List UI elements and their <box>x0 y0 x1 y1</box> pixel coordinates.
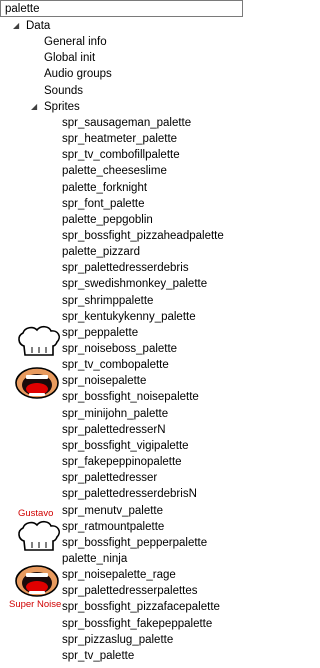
sprite-item[interactable]: spr_bossfight_pizzaheadpalette <box>62 228 224 244</box>
sprite-item[interactable]: spr_bossfight_fakepeppalette <box>62 616 212 632</box>
sprite-item[interactable]: spr_bossfight_pizzafacepalette <box>62 599 220 615</box>
sprite-item[interactable]: palette_ninja <box>62 551 127 567</box>
sprite-item[interactable]: spr_menutv_palette <box>62 503 163 519</box>
sprite-item[interactable]: spr_noisepalette <box>62 373 146 389</box>
tree-node-data[interactable]: Data <box>26 18 50 34</box>
sprite-item[interactable]: spr_kentukykenny_palette <box>62 309 196 325</box>
sprite-item[interactable]: spr_noiseboss_palette <box>62 341 177 357</box>
sprite-item[interactable]: spr_tv_palette <box>62 648 134 664</box>
tree-node-sprites[interactable]: Sprites <box>44 99 80 115</box>
sprite-item[interactable]: spr_palettedresser <box>62 470 157 486</box>
sprite-item[interactable]: palette_pepgoblin <box>62 212 153 228</box>
sprite-item[interactable]: spr_palettedresserN <box>62 422 166 438</box>
sprite-item[interactable]: spr_fakepeppinopalette <box>62 454 182 470</box>
expand-arrow-icon[interactable]: ◢ <box>31 102 39 111</box>
sprite-item[interactable]: palette_cheeseslime <box>62 163 167 179</box>
sprite-item[interactable]: spr_shrimppalette <box>62 293 153 309</box>
sprite-item[interactable]: spr_sausageman_palette <box>62 115 191 131</box>
sprite-item[interactable]: spr_swedishmonkey_palette <box>62 276 207 292</box>
sprite-item[interactable]: spr_ratmountpalette <box>62 519 164 535</box>
expand-arrow-icon[interactable]: ◢ <box>13 22 21 30</box>
tree-node[interactable]: General info <box>44 34 107 50</box>
sprite-item[interactable]: spr_heatmeter_palette <box>62 131 177 147</box>
sprite-item[interactable]: palette_pizzard <box>62 244 140 260</box>
chef-hat-icon <box>18 520 60 551</box>
sprite-item[interactable]: spr_noisepalette_rage <box>62 567 176 583</box>
tree-node[interactable]: Global init <box>44 50 95 66</box>
gustavo-label: Gustavo <box>18 508 54 519</box>
search-box[interactable] <box>0 0 243 17</box>
sprite-item[interactable]: spr_minijohn_palette <box>62 406 168 422</box>
sprite-item[interactable]: spr_bossfight_vigipalette <box>62 438 189 454</box>
sprite-item[interactable]: spr_peppalette <box>62 325 138 341</box>
tree-node[interactable]: Audio groups <box>44 66 112 82</box>
chef-hat-icon <box>18 325 60 356</box>
tree-node[interactable]: Sounds <box>44 83 83 99</box>
super-noise-label: Super Noise <box>9 599 62 610</box>
screaming-face-icon <box>15 367 59 399</box>
screaming-face-icon <box>15 565 59 597</box>
search-input[interactable] <box>1 1 242 16</box>
sprite-item[interactable]: spr_bossfight_pepperpalette <box>62 535 207 551</box>
sprite-item[interactable]: spr_pizzaslug_palette <box>62 632 173 648</box>
sprite-item[interactable]: spr_palettedresserdebrisN <box>62 486 197 502</box>
sprite-item[interactable]: spr_palettedresserpalettes <box>62 583 198 599</box>
sprite-item[interactable]: spr_tv_combofillpalette <box>62 147 180 163</box>
sprite-item[interactable]: spr_tv_combopalette <box>62 357 169 373</box>
sprite-item[interactable]: spr_bossfight_noisepalette <box>62 389 199 405</box>
sprite-item[interactable]: palette_forknight <box>62 180 147 196</box>
sprite-item[interactable]: spr_font_palette <box>62 196 144 212</box>
sprite-item[interactable]: spr_palettedresserdebris <box>62 260 189 276</box>
